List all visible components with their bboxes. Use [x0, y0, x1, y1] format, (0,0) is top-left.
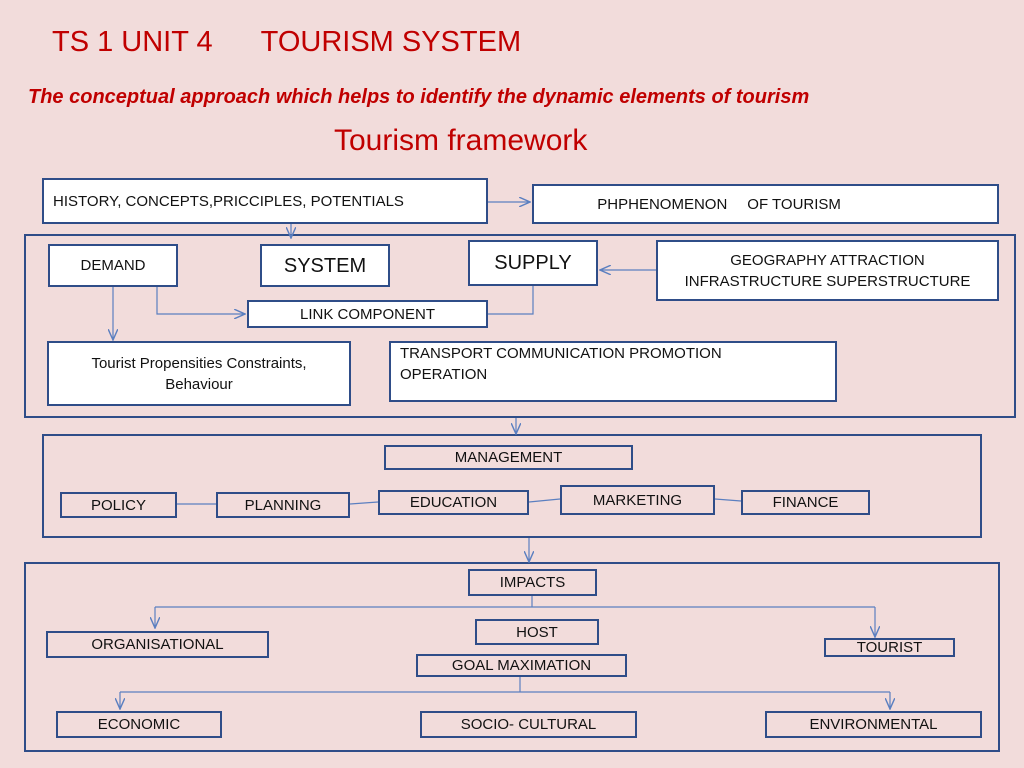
link-component-box: LINK COMPONENT: [247, 300, 488, 328]
tourist-propensities-box: Tourist Propensities Constraints, Behavi…: [47, 341, 351, 406]
socio-cultural-box: SOCIO- CULTURAL: [420, 711, 637, 738]
line-education-marketing: [528, 498, 561, 503]
environmental-box: ENVIRONMENTAL: [765, 711, 982, 738]
phenomenon-main: PHPHENOMENON: [597, 195, 728, 213]
phenomenon-mid: OF TOURISM: [747, 195, 841, 213]
tourist-box: TOURIST: [824, 638, 955, 657]
transport-line1: TRANSPORT COMMUNICATION PROMOTION: [400, 345, 722, 362]
planning-label: PLANNING: [244, 496, 322, 514]
tourist-label: TOURIST: [856, 639, 923, 656]
demand-box: DEMAND: [48, 244, 178, 287]
goal-label: GOAL MAXIMATION: [451, 657, 592, 674]
geography-line2: INFRASTRUCTURE SUPERSTRUCTURE: [684, 272, 971, 290]
economic-box: ECONOMIC: [56, 711, 222, 738]
education-box: EDUCATION: [378, 490, 529, 515]
finance-label: FINANCE: [772, 494, 839, 511]
tourist-line1: Tourist Propensities Constraints,: [91, 354, 307, 372]
environmental-label: ENVIRONMENTAL: [809, 716, 938, 733]
phenomenon-faint-2: Of TOURISM: [845, 195, 934, 213]
line-supply-to-link: [488, 286, 534, 315]
organisational-box: ORGANISATIONAL: [46, 631, 269, 658]
impacts-box: IMPACTS: [468, 569, 597, 596]
link-label: LINK COMPONENT: [299, 305, 435, 323]
arrow-demand-to-link: [156, 286, 245, 314]
line-planning-education: [349, 501, 379, 505]
impacts-label: IMPACTS: [499, 574, 566, 591]
system-label: SYSTEM: [283, 254, 367, 277]
marketing-box: MARKETING: [560, 485, 715, 515]
tourist-line2: Behaviour: [165, 375, 233, 393]
phenomenon-faint-1: O: [731, 195, 744, 213]
line-marketing-finance: [714, 498, 742, 502]
host-label: HOST: [516, 623, 558, 641]
goal-maximation-box: GOAL MAXIMATION: [416, 654, 627, 677]
management-box: MANAGEMENT: [384, 445, 633, 470]
organisational-label: ORGANISATIONAL: [91, 636, 224, 653]
marketing-label: MARKETING: [592, 491, 683, 509]
transport-line2: OPERATION: [400, 366, 488, 383]
finance-box: FINANCE: [741, 490, 870, 515]
history-label: HISTORY, CONCEPTS,PRICCIPLES, POTENTIALS: [53, 192, 404, 210]
phenomenon-label: PHPHENOMENON O OF TOURISM Of TOURISM: [597, 194, 933, 215]
planning-box: PLANNING: [216, 492, 350, 518]
system-box: SYSTEM: [260, 244, 390, 287]
geography-box: GEOGRAPHY ATTRACTION INFRASTRUCTURE SUPE…: [656, 240, 999, 301]
education-label: EDUCATION: [409, 494, 498, 511]
policy-box: POLICY: [60, 492, 177, 518]
socio-label: SOCIO- CULTURAL: [460, 716, 597, 733]
management-label: MANAGEMENT: [454, 449, 563, 466]
supply-label: SUPPLY: [494, 252, 572, 274]
phenomenon-box: PHPHENOMENON O OF TOURISM Of TOURISM: [532, 184, 999, 224]
supply-box: SUPPLY: [468, 240, 598, 286]
economic-label: ECONOMIC: [97, 716, 181, 733]
transport-box: TRANSPORT COMMUNICATION PROMOTION OPERAT…: [389, 341, 837, 402]
history-box: HISTORY, CONCEPTS,PRICCIPLES, POTENTIALS: [42, 178, 488, 224]
geography-line1: GEOGRAPHY ATTRACTION: [730, 251, 925, 269]
host-box: HOST: [475, 619, 599, 645]
policy-label: POLICY: [90, 496, 147, 514]
demand-label: DEMAND: [80, 257, 146, 274]
